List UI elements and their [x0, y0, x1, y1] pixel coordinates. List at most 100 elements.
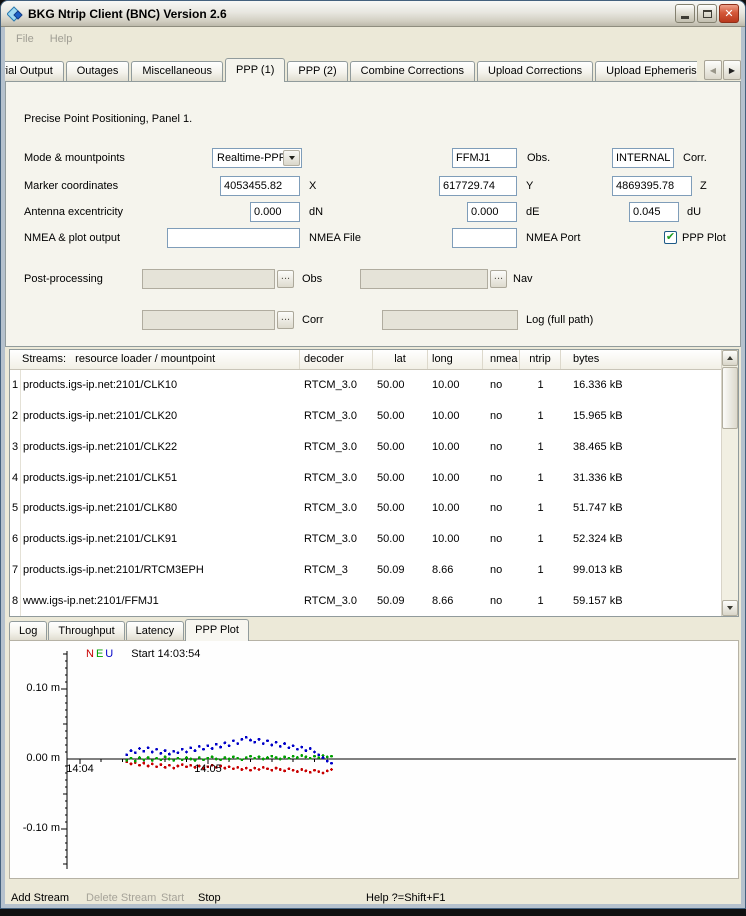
cell-ntrip: 1: [520, 441, 561, 453]
table-row[interactable]: 8www.igs-ip.net:2101/FFMJ1RTCM_3.050.098…: [10, 585, 721, 616]
cell-decoder: RTCM_3.0: [300, 379, 373, 391]
ppp-plot-checkbox[interactable]: ✔: [664, 231, 677, 244]
table-row[interactable]: 6products.igs-ip.net:2101/CLK91RTCM_3.05…: [10, 524, 721, 555]
cell-num: 2: [10, 401, 21, 432]
titlebar[interactable]: BKG Ntrip Client (BNC) Version 2.6 ✕: [1, 1, 745, 27]
cell-long: 10.00: [428, 472, 483, 484]
marker-x-field[interactable]: [220, 176, 300, 196]
marker-x-label: X: [309, 176, 316, 196]
close-button[interactable]: ✕: [719, 4, 739, 23]
cell-lat: 50.00: [373, 533, 428, 545]
cell-mountpoint: products.igs-ip.net:2101/CLK51: [21, 472, 300, 484]
table-row[interactable]: 5products.igs-ip.net:2101/CLK80RTCM_3.05…: [10, 493, 721, 524]
obs-mountpoint-field[interactable]: [452, 148, 517, 168]
app-icon: [7, 6, 23, 22]
nmea-port-field[interactable]: [452, 228, 517, 248]
header-ntrip[interactable]: ntrip: [520, 350, 561, 369]
screen-edge: [0, 909, 746, 916]
menu-file[interactable]: File: [9, 31, 41, 47]
cell-ntrip: 1: [520, 595, 561, 607]
header-lat[interactable]: lat: [373, 350, 428, 369]
tab-rial-output[interactable]: rial Output: [5, 61, 64, 81]
cell-num: 5: [10, 493, 21, 524]
corr-mountpoint-field[interactable]: [612, 148, 674, 168]
cell-mountpoint: products.igs-ip.net:2101/CLK10: [21, 379, 300, 391]
minimize-button[interactable]: [675, 4, 695, 23]
cell-bytes: 99.013 kB: [561, 564, 721, 576]
menubar: File Help: [5, 28, 741, 49]
minimize-icon: [681, 16, 689, 19]
tab-scroll-right-icon: ▶: [729, 66, 735, 75]
tab-scroll-left-button[interactable]: ◀: [704, 60, 722, 80]
scrollbar-down-icon: [727, 606, 733, 610]
tab-upload-corrections[interactable]: Upload Corrections: [477, 61, 593, 81]
cell-nmea: no: [483, 502, 520, 514]
combo-dropdown-button[interactable]: [283, 150, 300, 166]
marker-z-label: Z: [700, 176, 707, 196]
cell-lat: 50.09: [373, 564, 428, 576]
scrollbar-thumb[interactable]: [722, 367, 738, 429]
marker-coordinates-label: Marker coordinates: [24, 176, 118, 196]
header-decoder[interactable]: decoder: [300, 350, 373, 369]
post-nav-browse-button: ...: [490, 270, 507, 288]
cell-decoder: RTCM_3.0: [300, 502, 373, 514]
tab-latency[interactable]: Latency: [126, 621, 185, 640]
marker-y-field[interactable]: [439, 176, 517, 196]
stop-button[interactable]: Stop: [198, 889, 221, 908]
tab-ppp-1[interactable]: PPP (1): [225, 58, 285, 82]
y-tick-label-zero: 0.00 m: [12, 752, 60, 764]
table-scrollbar[interactable]: [721, 350, 738, 616]
nmea-file-field[interactable]: [167, 228, 300, 248]
tab-ppp-plot[interactable]: PPP Plot: [185, 619, 249, 641]
tab-outages[interactable]: Outages: [66, 61, 130, 81]
scrollbar-down-button[interactable]: [722, 600, 738, 616]
cell-bytes: 16.336 kB: [561, 379, 721, 391]
header-bytes[interactable]: bytes: [561, 350, 721, 369]
post-corr-browse-button: ...: [277, 311, 294, 329]
add-stream-button[interactable]: Add Stream: [11, 889, 69, 908]
scrollbar-up-button[interactable]: [722, 350, 738, 366]
mode-combobox-value: Realtime-PPP: [217, 152, 286, 164]
ppp-plot-checkbox-label: PPP Plot: [682, 228, 726, 248]
cell-nmea: no: [483, 564, 520, 576]
menu-help[interactable]: Help: [43, 31, 80, 47]
table-row[interactable]: 1products.igs-ip.net:2101/CLK10RTCM_3.05…: [10, 370, 721, 401]
header-nmea[interactable]: nmea: [483, 350, 520, 369]
cell-mountpoint: products.igs-ip.net:2101/CLK80: [21, 502, 300, 514]
cell-ntrip: 1: [520, 379, 561, 391]
table-row[interactable]: 7products.igs-ip.net:2101/RTCM3EPHRTCM_3…: [10, 555, 721, 586]
header-long[interactable]: long: [428, 350, 483, 369]
app-window: BKG Ntrip Client (BNC) Version 2.6 ✕ Fil…: [0, 0, 746, 909]
post-corr-label: Corr: [302, 310, 323, 330]
post-obs-browse-button: ...: [277, 270, 294, 288]
marker-z-field[interactable]: [612, 176, 692, 196]
nmea-plot-output-label: NMEA & plot output: [24, 228, 120, 248]
antenna-de-field[interactable]: [467, 202, 517, 222]
maximize-button[interactable]: [697, 4, 717, 23]
cell-num: 3: [10, 432, 21, 463]
cell-mountpoint: products.igs-ip.net:2101/CLK91: [21, 533, 300, 545]
tab-throughput[interactable]: Throughput: [48, 621, 124, 640]
table-row[interactable]: 3products.igs-ip.net:2101/CLK22RTCM_3.05…: [10, 432, 721, 463]
header-streams-mountpoint[interactable]: Streams: resource loader / mountpoint: [10, 350, 300, 369]
tab-upload-ephemeris[interactable]: Upload Ephemeris: [595, 61, 697, 81]
mode-combobox[interactable]: Realtime-PPP: [212, 148, 302, 168]
tab-combine-corrections[interactable]: Combine Corrections: [350, 61, 475, 81]
antenna-dn-label: dN: [309, 202, 323, 222]
plot-legend: N E U Start 14:03:54: [86, 648, 200, 660]
tab-ppp-2[interactable]: PPP (2): [287, 61, 347, 81]
cell-bytes: 59.157 kB: [561, 595, 721, 607]
cell-num: 7: [10, 555, 21, 586]
table-row[interactable]: 2products.igs-ip.net:2101/CLK20RTCM_3.05…: [10, 401, 721, 432]
marker-y-label: Y: [526, 176, 533, 196]
cell-lat: 50.00: [373, 410, 428, 422]
antenna-dn-field[interactable]: [250, 202, 300, 222]
table-row[interactable]: 4products.igs-ip.net:2101/CLK51RTCM_3.05…: [10, 462, 721, 493]
tab-miscellaneous[interactable]: Miscellaneous: [131, 61, 223, 81]
window-frame-right: [741, 27, 745, 908]
corr-label: Corr.: [683, 148, 707, 168]
tab-scroll-right-button[interactable]: ▶: [723, 60, 741, 80]
chevron-down-icon: [289, 156, 295, 160]
antenna-du-field[interactable]: [629, 202, 679, 222]
tab-log[interactable]: Log: [9, 621, 47, 640]
